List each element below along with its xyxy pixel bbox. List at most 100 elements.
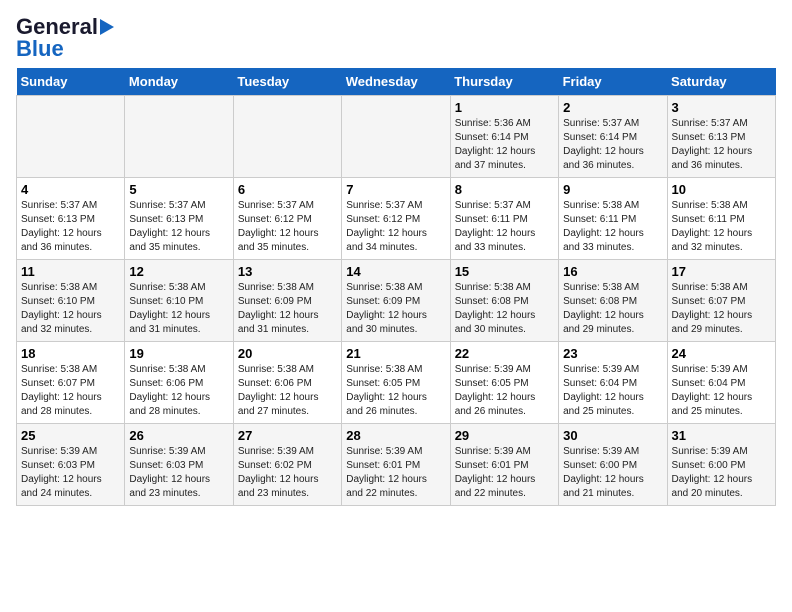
calendar-cell: 8 Sunrise: 5:37 AM Sunset: 6:11 PM Daylig…: [450, 178, 558, 260]
day-info: Sunrise: 5:37 AM Sunset: 6:12 PM Dayligh…: [346, 199, 445, 255]
day-number: 4: [21, 182, 120, 197]
day-info: Sunrise: 5:37 AM Sunset: 6:13 PM Dayligh…: [129, 199, 228, 255]
calendar-cell: 7 Sunrise: 5:37 AM Sunset: 6:12 PM Daylig…: [342, 178, 450, 260]
day-info: Sunrise: 5:39 AM Sunset: 6:02 PM Dayligh…: [238, 445, 337, 501]
calendar-cell: 20Sunrise: 5:38 AM Sunset: 6:06 PM Dayli…: [233, 342, 341, 424]
logo-text-blue: Blue: [16, 38, 64, 60]
logo: General Blue: [16, 16, 114, 60]
day-number: 21: [346, 346, 445, 361]
day-info: Sunrise: 5:38 AM Sunset: 6:05 PM Dayligh…: [346, 363, 445, 419]
day-info: Sunrise: 5:38 AM Sunset: 6:09 PM Dayligh…: [346, 281, 445, 337]
day-number: 8: [455, 182, 554, 197]
day-number: 13: [238, 264, 337, 279]
day-number: 20: [238, 346, 337, 361]
day-number: 15: [455, 264, 554, 279]
day-info: Sunrise: 5:38 AM Sunset: 6:10 PM Dayligh…: [21, 281, 120, 337]
day-info: Sunrise: 5:38 AM Sunset: 6:11 PM Dayligh…: [563, 199, 662, 255]
day-number: 18: [21, 346, 120, 361]
calendar-cell: 22Sunrise: 5:39 AM Sunset: 6:05 PM Dayli…: [450, 342, 558, 424]
calendar-cell: 16Sunrise: 5:38 AM Sunset: 6:08 PM Dayli…: [559, 260, 667, 342]
calendar-cell: 9 Sunrise: 5:38 AM Sunset: 6:11 PM Daylig…: [559, 178, 667, 260]
header-friday: Friday: [559, 68, 667, 96]
day-info: Sunrise: 5:38 AM Sunset: 6:07 PM Dayligh…: [21, 363, 120, 419]
calendar-cell: [233, 96, 341, 178]
calendar-cell: 1 Sunrise: 5:36 AM Sunset: 6:14 PM Daylig…: [450, 96, 558, 178]
calendar-cell: 31 Sunrise: 5:39 AM Sunset: 6:00 PM Dayli…: [667, 424, 775, 506]
calendar-week-row: 11 Sunrise: 5:38 AM Sunset: 6:10 PM Dayli…: [17, 260, 776, 342]
calendar-cell: 19 Sunrise: 5:38 AM Sunset: 6:06 PM Dayli…: [125, 342, 233, 424]
day-number: 7: [346, 182, 445, 197]
day-number: 9: [563, 182, 662, 197]
day-info: Sunrise: 5:39 AM Sunset: 6:01 PM Dayligh…: [455, 445, 554, 501]
day-info: Sunrise: 5:37 AM Sunset: 6:14 PM Dayligh…: [563, 117, 662, 173]
day-number: 26: [129, 428, 228, 443]
day-info: Sunrise: 5:38 AM Sunset: 6:10 PM Dayligh…: [129, 281, 228, 337]
day-info: Sunrise: 5:38 AM Sunset: 6:06 PM Dayligh…: [129, 363, 228, 419]
calendar-cell: 30 Sunrise: 5:39 AM Sunset: 6:00 PM Dayli…: [559, 424, 667, 506]
day-info: Sunrise: 5:39 AM Sunset: 6:00 PM Dayligh…: [672, 445, 771, 501]
day-number: 3: [672, 100, 771, 115]
calendar-cell: 24Sunrise: 5:39 AM Sunset: 6:04 PM Dayli…: [667, 342, 775, 424]
header-wednesday: Wednesday: [342, 68, 450, 96]
day-info: Sunrise: 5:39 AM Sunset: 6:03 PM Dayligh…: [129, 445, 228, 501]
calendar-cell: 4 Sunrise: 5:37 AM Sunset: 6:13 PM Daylig…: [17, 178, 125, 260]
day-info: Sunrise: 5:39 AM Sunset: 6:03 PM Dayligh…: [21, 445, 120, 501]
day-number: 1: [455, 100, 554, 115]
calendar-header-row: SundayMondayTuesdayWednesdayThursdayFrid…: [17, 68, 776, 96]
day-number: 30: [563, 428, 662, 443]
day-info: Sunrise: 5:38 AM Sunset: 6:08 PM Dayligh…: [455, 281, 554, 337]
logo-text-general: General: [16, 16, 98, 38]
day-info: Sunrise: 5:38 AM Sunset: 6:07 PM Dayligh…: [672, 281, 771, 337]
calendar-cell: 17 Sunrise: 5:38 AM Sunset: 6:07 PM Dayli…: [667, 260, 775, 342]
day-number: 12: [129, 264, 228, 279]
header-sunday: Sunday: [17, 68, 125, 96]
day-number: 19: [129, 346, 228, 361]
calendar-week-row: 1 Sunrise: 5:36 AM Sunset: 6:14 PM Daylig…: [17, 96, 776, 178]
day-info: Sunrise: 5:39 AM Sunset: 6:00 PM Dayligh…: [563, 445, 662, 501]
calendar-cell: 6Sunrise: 5:37 AM Sunset: 6:12 PM Daylig…: [233, 178, 341, 260]
day-number: 31: [672, 428, 771, 443]
day-info: Sunrise: 5:38 AM Sunset: 6:11 PM Dayligh…: [672, 199, 771, 255]
day-number: 6: [238, 182, 337, 197]
day-number: 25: [21, 428, 120, 443]
header-saturday: Saturday: [667, 68, 775, 96]
day-info: Sunrise: 5:39 AM Sunset: 6:01 PM Dayligh…: [346, 445, 445, 501]
day-info: Sunrise: 5:38 AM Sunset: 6:09 PM Dayligh…: [238, 281, 337, 337]
calendar-cell: 18 Sunrise: 5:38 AM Sunset: 6:07 PM Dayli…: [17, 342, 125, 424]
calendar-cell: 5 Sunrise: 5:37 AM Sunset: 6:13 PM Daylig…: [125, 178, 233, 260]
calendar-cell: [125, 96, 233, 178]
calendar-week-row: 25 Sunrise: 5:39 AM Sunset: 6:03 PM Dayli…: [17, 424, 776, 506]
header-thursday: Thursday: [450, 68, 558, 96]
day-number: 5: [129, 182, 228, 197]
calendar-cell: 2 Sunrise: 5:37 AM Sunset: 6:14 PM Daylig…: [559, 96, 667, 178]
day-number: 29: [455, 428, 554, 443]
day-number: 22: [455, 346, 554, 361]
calendar-cell: 13 Sunrise: 5:38 AM Sunset: 6:09 PM Dayli…: [233, 260, 341, 342]
calendar-cell: 10Sunrise: 5:38 AM Sunset: 6:11 PM Dayli…: [667, 178, 775, 260]
day-number: 28: [346, 428, 445, 443]
calendar-cell: 3 Sunrise: 5:37 AM Sunset: 6:13 PM Daylig…: [667, 96, 775, 178]
day-info: Sunrise: 5:37 AM Sunset: 6:13 PM Dayligh…: [672, 117, 771, 173]
day-number: 27: [238, 428, 337, 443]
day-info: Sunrise: 5:37 AM Sunset: 6:13 PM Dayligh…: [21, 199, 120, 255]
day-info: Sunrise: 5:37 AM Sunset: 6:11 PM Dayligh…: [455, 199, 554, 255]
day-info: Sunrise: 5:36 AM Sunset: 6:14 PM Dayligh…: [455, 117, 554, 173]
calendar-cell: 15 Sunrise: 5:38 AM Sunset: 6:08 PM Dayli…: [450, 260, 558, 342]
day-number: 11: [21, 264, 120, 279]
calendar-cell: 29 Sunrise: 5:39 AM Sunset: 6:01 PM Dayli…: [450, 424, 558, 506]
header-monday: Monday: [125, 68, 233, 96]
calendar-cell: 11 Sunrise: 5:38 AM Sunset: 6:10 PM Dayli…: [17, 260, 125, 342]
calendar-week-row: 18 Sunrise: 5:38 AM Sunset: 6:07 PM Dayli…: [17, 342, 776, 424]
logo-arrow-icon: [100, 19, 114, 35]
day-number: 14: [346, 264, 445, 279]
day-info: Sunrise: 5:38 AM Sunset: 6:08 PM Dayligh…: [563, 281, 662, 337]
calendar-cell: 12 Sunrise: 5:38 AM Sunset: 6:10 PM Dayli…: [125, 260, 233, 342]
day-number: 17: [672, 264, 771, 279]
calendar-cell: 14 Sunrise: 5:38 AM Sunset: 6:09 PM Dayli…: [342, 260, 450, 342]
calendar-cell: 21 Sunrise: 5:38 AM Sunset: 6:05 PM Dayli…: [342, 342, 450, 424]
calendar-cell: [17, 96, 125, 178]
day-number: 24: [672, 346, 771, 361]
day-number: 2: [563, 100, 662, 115]
calendar-cell: 25 Sunrise: 5:39 AM Sunset: 6:03 PM Dayli…: [17, 424, 125, 506]
header-tuesday: Tuesday: [233, 68, 341, 96]
